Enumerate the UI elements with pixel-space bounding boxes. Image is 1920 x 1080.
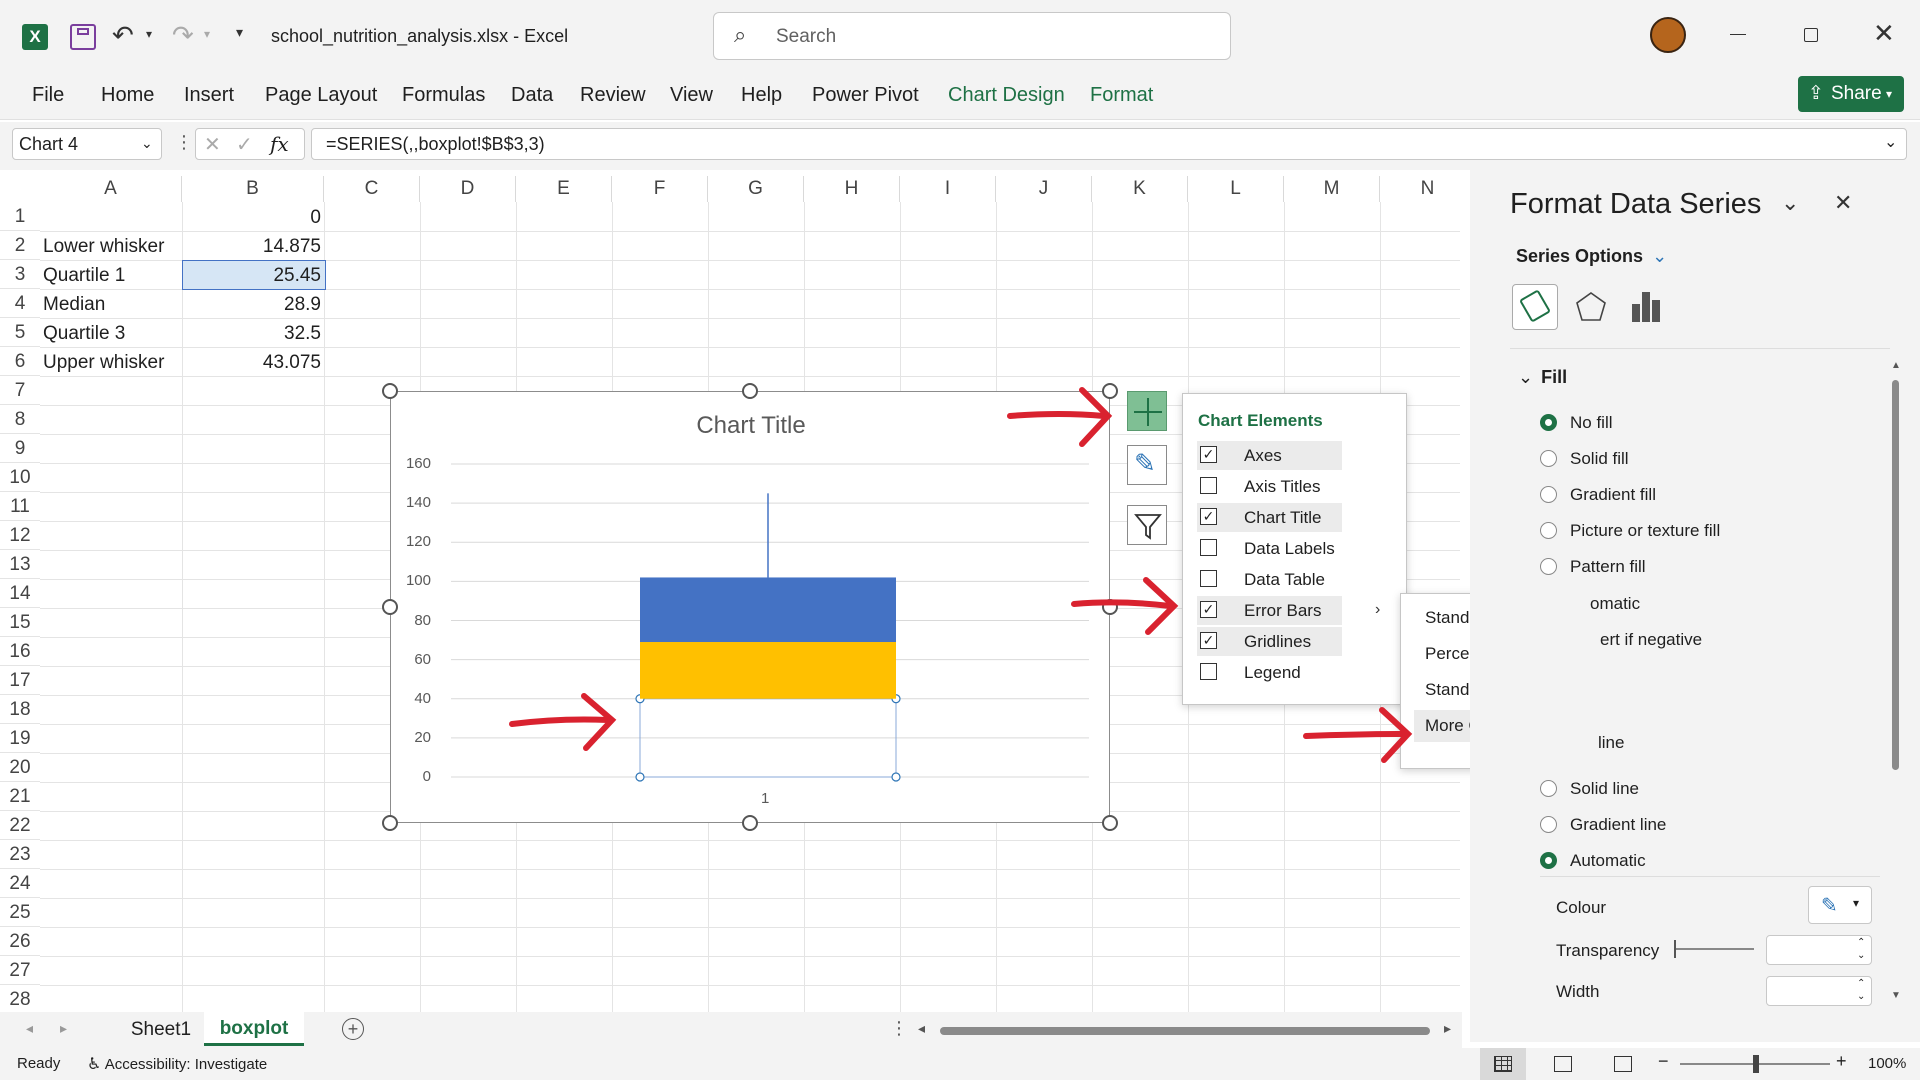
red-annotation-arrows: [509, 387, 1413, 763]
arrow-to-error-bars: [1071, 599, 1173, 609]
arrow-to-more-options: [1303, 731, 1409, 739]
arrow-to-box-base: [509, 716, 611, 727]
arrow-to-chart-elements: [1007, 411, 1107, 419]
